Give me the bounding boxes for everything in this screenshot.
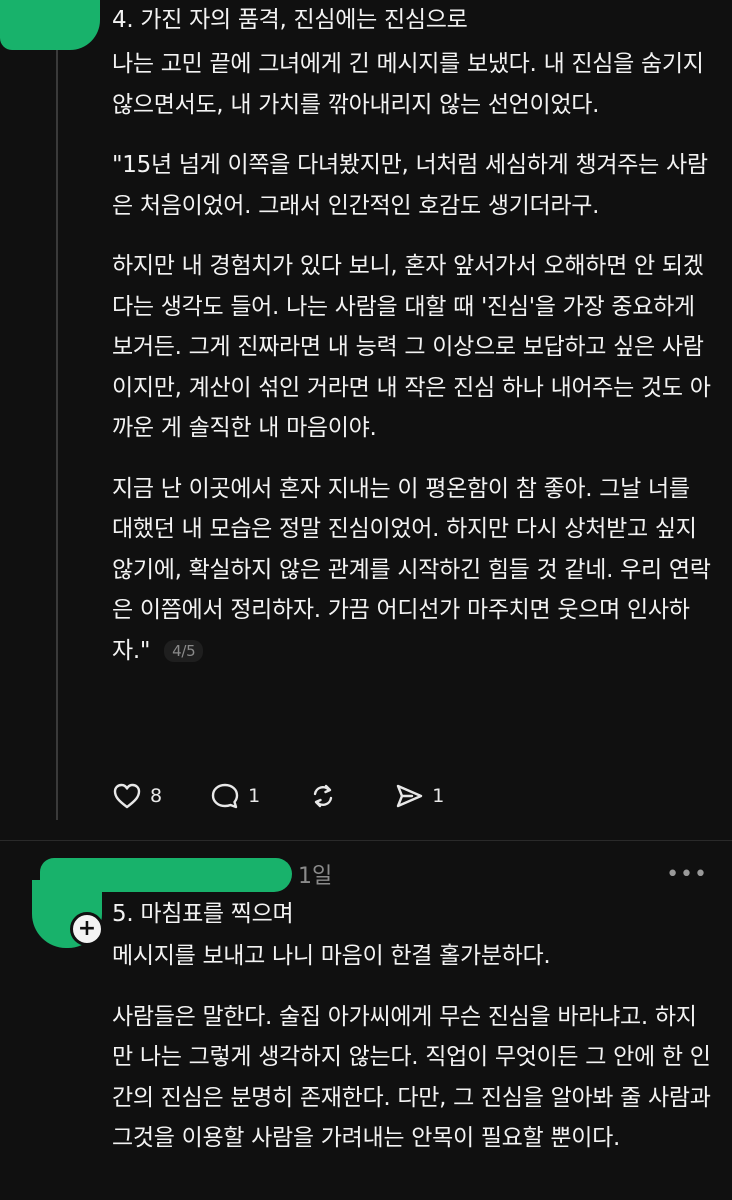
page-indicator-badge: 4/5 (164, 640, 204, 662)
comment-icon (211, 783, 239, 809)
post-paragraph: 하지만 내 경험치가 있다 보니, 혼자 앞서가서 오해하면 안 되겠다는 생각… (112, 253, 711, 441)
post-paragraph-last: 지금 난 이곳에서 혼자 지내는 이 평온함이 참 좋아. 그날 너를 대했던 … (112, 469, 714, 672)
heart-icon (113, 783, 141, 809)
repost-icon (313, 784, 333, 808)
comment-count: 1 (248, 785, 261, 807)
post-paragraph: "15년 넘게 이쪽을 다녀봤지만, 너처럼 세심하게 챙겨주는 사람은 처음이… (112, 152, 708, 219)
thread-line (56, 40, 58, 820)
repost-button[interactable] (308, 782, 346, 810)
post-paragraph: 사람들은 말한다. 술집 아가씨에게 무슨 진심을 바라냐고. 하지만 나는 그… (112, 1003, 711, 1152)
post-title: 4. 가진 자의 품격, 진심에는 진심으로 (112, 7, 468, 33)
post-time: 1일 (298, 864, 333, 889)
post-paragraph: 메시지를 보내고 나니 마음이 한결 홀가분하다. (112, 943, 551, 969)
post-paragraph: 나는 고민 끝에 그녀에게 긴 메시지를 보냈다. 내 진심을 숨기지 않으면서… (112, 51, 704, 118)
more-options-button[interactable]: ••• (666, 862, 708, 887)
redaction-mark (0, 0, 100, 50)
like-button[interactable]: 8 (112, 782, 162, 810)
post-paragraph-text: 지금 난 이곳에서 혼자 지내는 이 평온함이 참 좋아. 그날 너를 대했던 … (112, 475, 711, 664)
post-title: 5. 마침표를 찍으며 (112, 901, 294, 927)
post-5-body: 5. 마침표를 찍으며 메시지를 보내고 나니 마음이 한결 홀가분하다. 사람… (112, 898, 714, 1179)
post-4-body: 4. 가진 자의 품격, 진심에는 진심으로 나는 고민 끝에 그녀에게 긴 메… (112, 4, 714, 691)
share-count: 1 (432, 785, 445, 807)
send-icon (396, 784, 423, 808)
divider (0, 840, 732, 841)
post-actions: 8 1 1 (112, 782, 492, 810)
follow-plus-button[interactable]: + (70, 912, 104, 946)
like-count: 8 (150, 785, 163, 807)
share-button[interactable]: 1 (394, 782, 444, 810)
comment-button[interactable]: 1 (210, 782, 260, 810)
